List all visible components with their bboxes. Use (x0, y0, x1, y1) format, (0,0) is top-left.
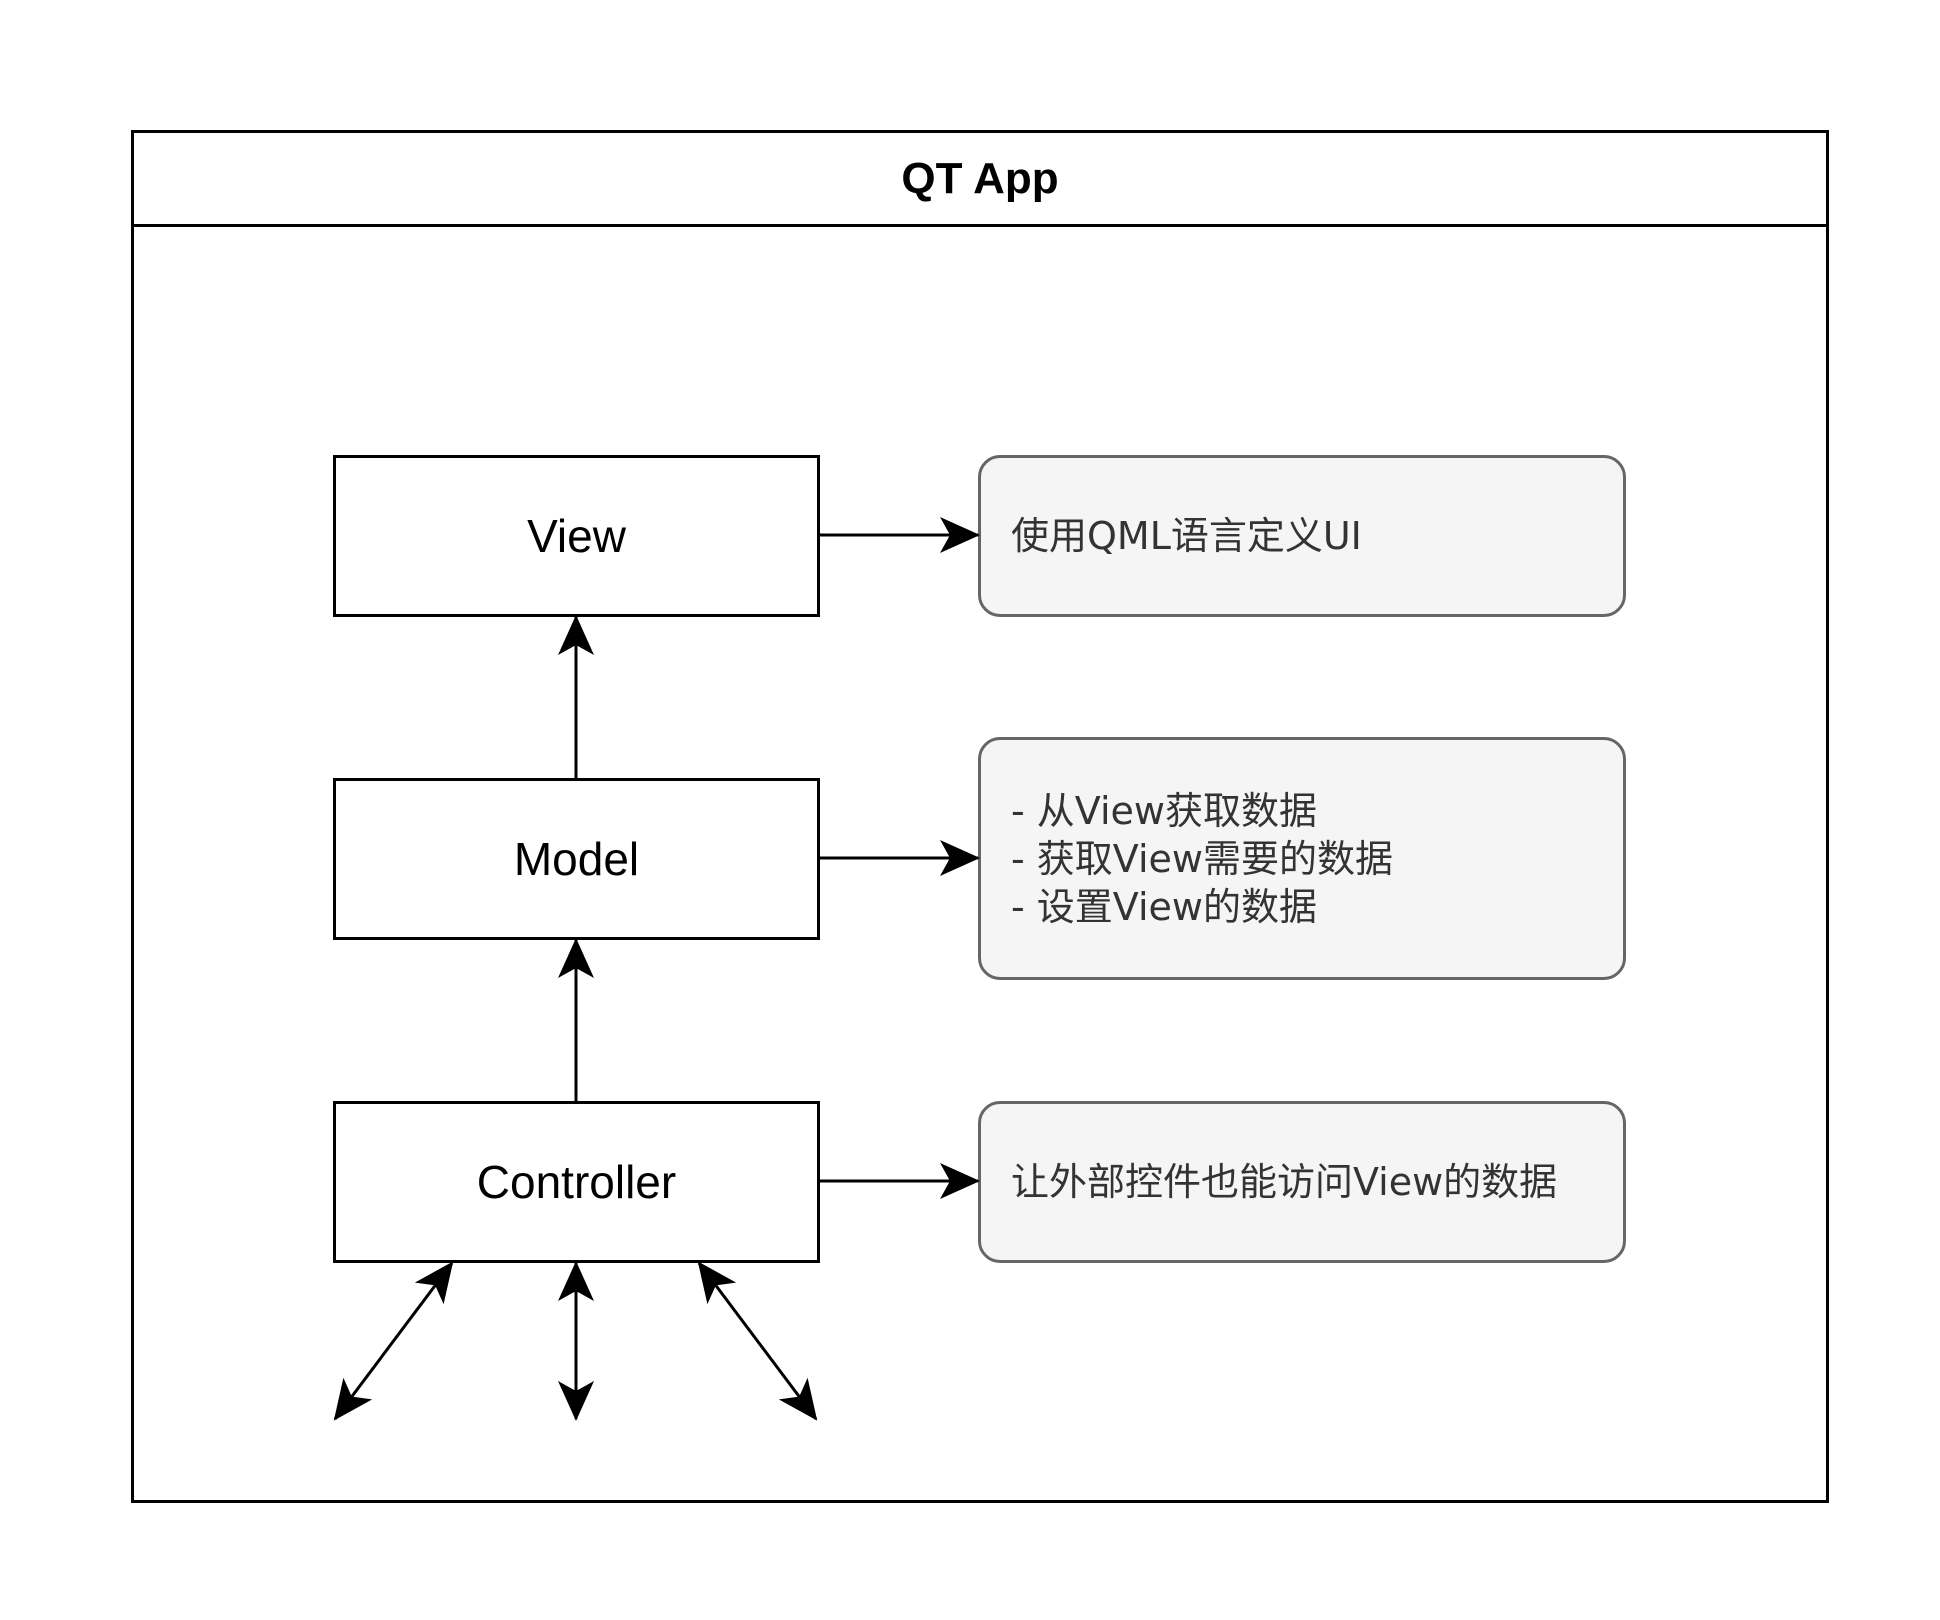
controller-box-label: Controller (476, 1156, 677, 1208)
model-box-label: Model (513, 833, 640, 885)
model-note-line-1: - 从View获取数据 (1011, 788, 1317, 833)
model-note[interactable]: - 从View获取数据 - 获取View需要的数据 - 设置View的数据 (978, 737, 1626, 980)
view-box-label: View (527, 510, 626, 562)
controller-box[interactable]: Controller (333, 1101, 820, 1263)
view-box[interactable]: View (333, 455, 820, 617)
controller-note[interactable]: 让外部控件也能访问View的数据 (978, 1101, 1626, 1263)
model-note-line-3: - 设置View的数据 (1011, 884, 1317, 929)
view-note[interactable]: 使用QML语言定义UI (978, 455, 1626, 617)
container-header: QT App (134, 133, 1826, 227)
container-title: QT App (901, 153, 1059, 203)
view-note-line: 使用QML语言定义UI (1011, 514, 1362, 558)
controller-note-line: 让外部控件也能访问View的数据 (1011, 1160, 1558, 1204)
model-note-line-2: - 获取View需要的数据 (1011, 836, 1393, 881)
model-box[interactable]: Model (333, 778, 820, 940)
